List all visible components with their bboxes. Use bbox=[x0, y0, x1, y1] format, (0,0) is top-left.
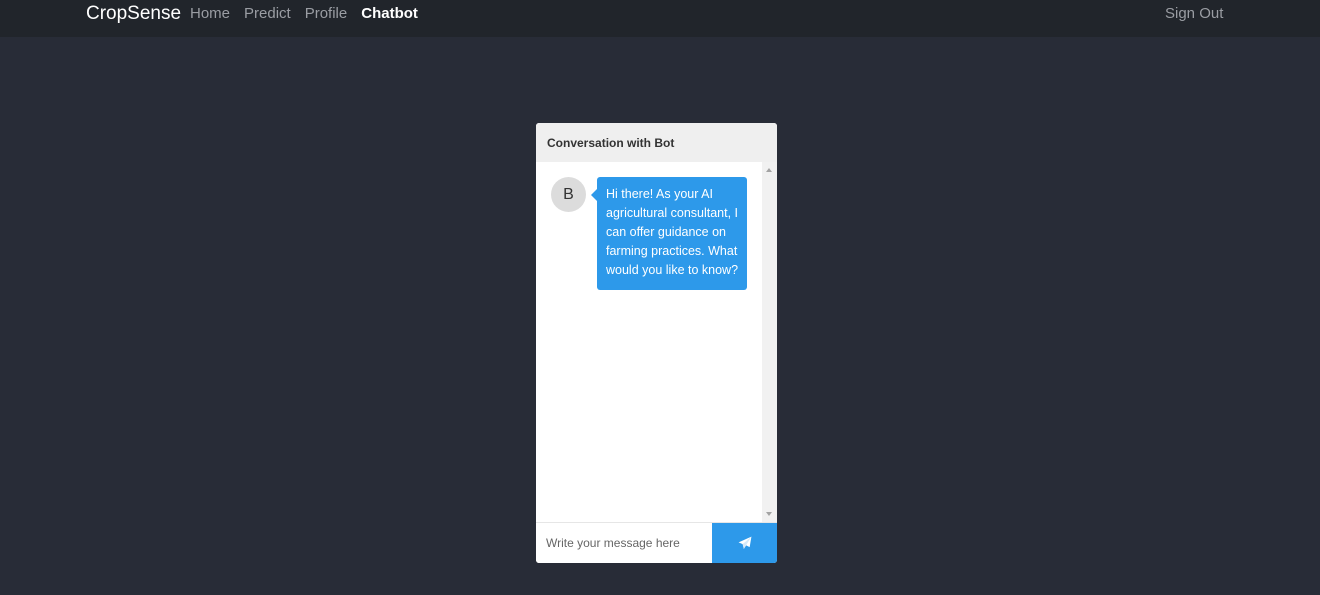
message-input[interactable] bbox=[536, 523, 712, 563]
brand-logo[interactable]: CropSense bbox=[86, 3, 181, 25]
chat-input-bar bbox=[536, 522, 777, 563]
chat-messages[interactable]: B Hi there! As your AI agricultural cons… bbox=[536, 162, 777, 522]
bot-message-bubble: Hi there! As your AI agricultural consul… bbox=[591, 177, 747, 290]
chat-window: Conversation with Bot B Hi there! As you… bbox=[536, 123, 777, 563]
scroll-down-arrow-icon[interactable] bbox=[766, 512, 772, 516]
nav-link-chatbot[interactable]: Chatbot bbox=[361, 5, 418, 22]
chat-scrollbar[interactable] bbox=[762, 162, 777, 522]
nav-link-profile[interactable]: Profile bbox=[305, 5, 348, 22]
nav-link-predict[interactable]: Predict bbox=[244, 5, 291, 22]
scroll-up-arrow-icon[interactable] bbox=[766, 168, 772, 172]
send-button[interactable] bbox=[712, 523, 777, 563]
sign-out-link[interactable]: Sign Out bbox=[1165, 5, 1223, 22]
bot-avatar: B bbox=[551, 177, 586, 212]
nav-link-home[interactable]: Home bbox=[190, 5, 230, 22]
navbar: CropSense Home Predict Profile Chatbot S… bbox=[0, 0, 1320, 37]
nav-links: Home Predict Profile Chatbot bbox=[190, 5, 418, 22]
paper-plane-icon bbox=[738, 536, 751, 549]
chat-header: Conversation with Bot bbox=[536, 123, 777, 162]
